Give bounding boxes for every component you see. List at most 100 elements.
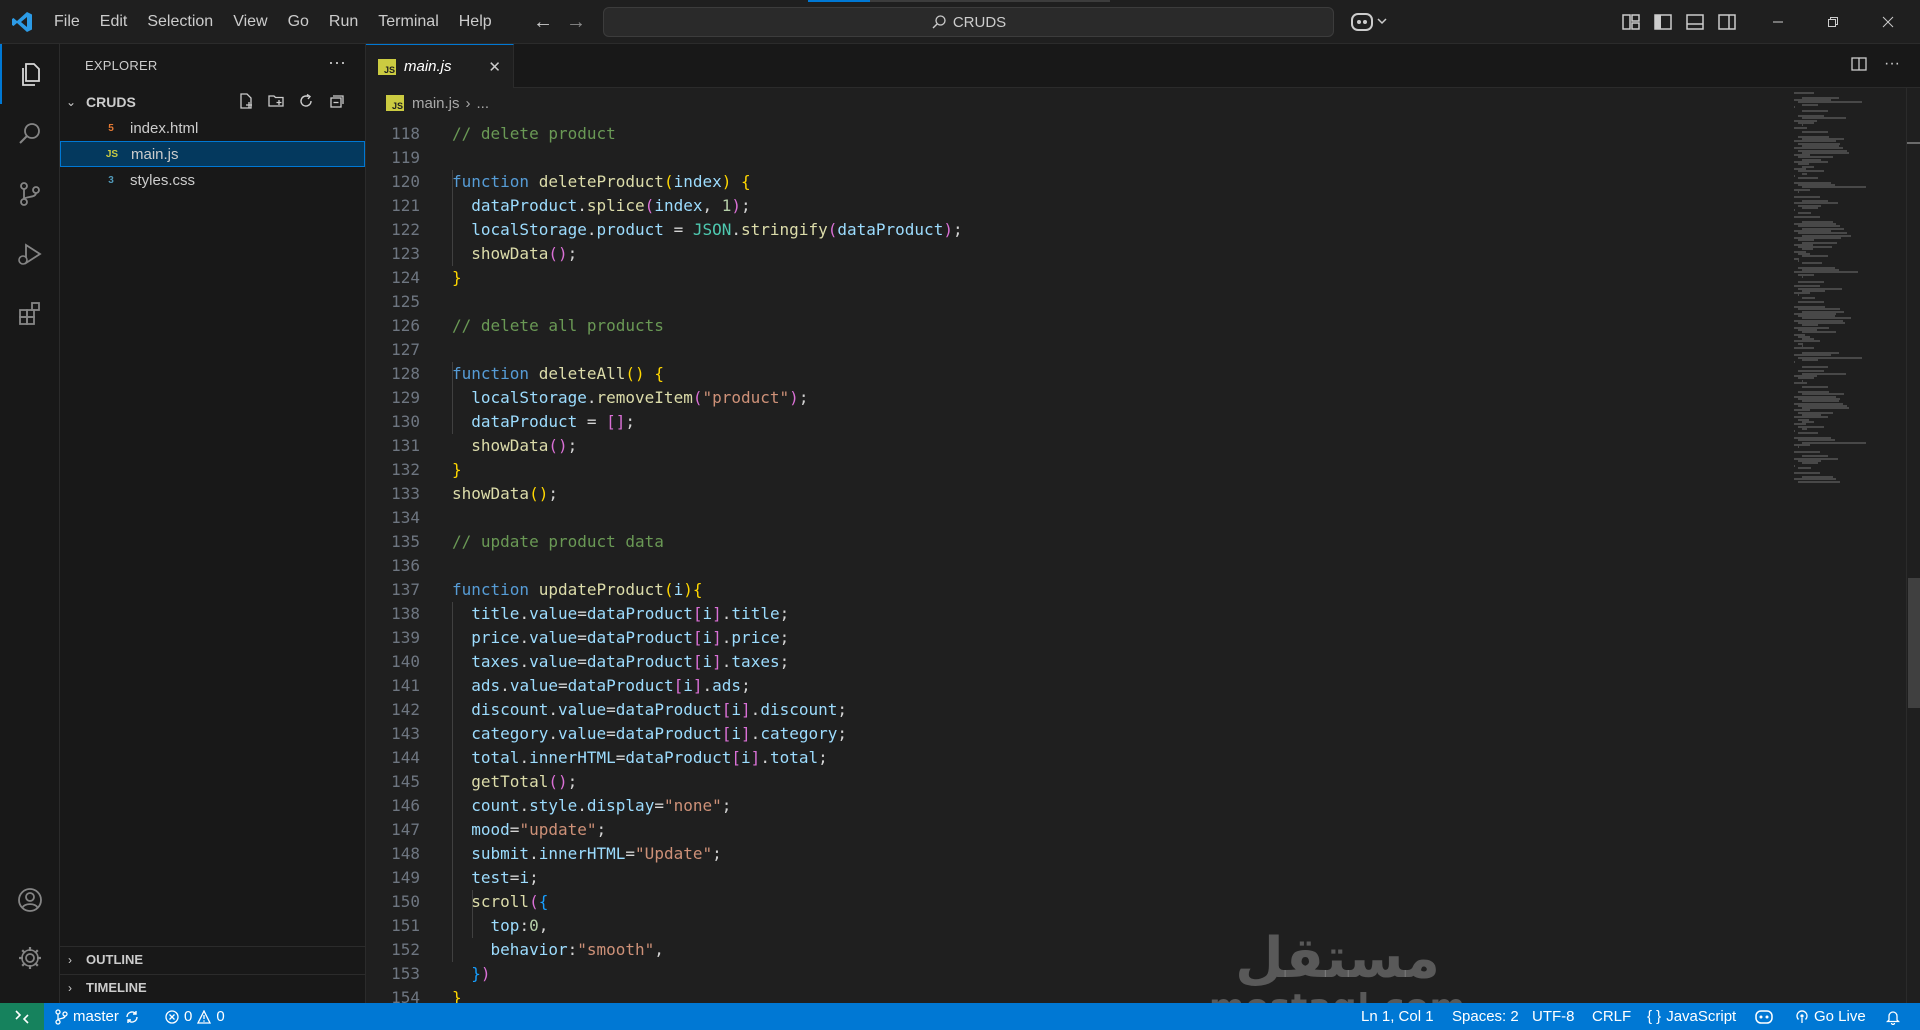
more-actions-icon[interactable]: ··· <box>1884 55 1900 73</box>
code-line[interactable]: 139 price.value=dataProduct[i].price; <box>366 626 1786 650</box>
close-window-button[interactable] <box>1858 0 1918 44</box>
search-activity-button[interactable] <box>0 104 60 164</box>
refresh-icon[interactable] <box>295 90 317 112</box>
code-line[interactable]: 149 test=i; <box>366 866 1786 890</box>
code-line[interactable]: 121 dataProduct.splice(index, 1); <box>366 194 1786 218</box>
code-line[interactable]: 126 // delete all products <box>366 314 1786 338</box>
minimap-line <box>1794 92 1815 94</box>
forward-arrow-icon[interactable]: → <box>563 9 589 35</box>
code-line[interactable]: 131 showData(); <box>366 434 1786 458</box>
breadcrumb-file[interactable]: main.js <box>412 95 460 112</box>
collapse-all-icon[interactable] <box>325 90 347 112</box>
code-line[interactable]: 120 function deleteProduct(index) { <box>366 170 1786 194</box>
code-line[interactable]: 137 function updateProduct(i){ <box>366 578 1786 602</box>
branch-status[interactable]: master <box>54 1003 140 1030</box>
tab-main-js[interactable]: JS main.js ✕ <box>366 44 514 88</box>
go-live-button[interactable]: Go Live <box>1795 1003 1866 1030</box>
toggle-primary-sidebar-icon[interactable] <box>1652 11 1674 33</box>
indentation-status[interactable]: Spaces: 2 <box>1452 1003 1519 1030</box>
source-control-activity-button[interactable] <box>0 164 60 224</box>
code-line[interactable]: 143 category.value=dataProduct[i].catego… <box>366 722 1786 746</box>
explorer-activity-button[interactable] <box>0 44 60 104</box>
code-line[interactable]: 119 <box>366 146 1786 170</box>
code-line[interactable]: 141 ads.value=dataProduct[i].ads; <box>366 674 1786 698</box>
file-item-main-js[interactable]: JS main.js <box>60 141 365 167</box>
code-line[interactable]: 122 localStorage.product = JSON.stringif… <box>366 218 1786 242</box>
language-mode[interactable]: { } JavaScript <box>1647 1003 1736 1030</box>
copilot-status[interactable] <box>1755 1003 1773 1030</box>
vertical-scrollbar[interactable] <box>1906 88 1920 1003</box>
file-item-styles-css[interactable]: 3 styles.css <box>60 167 365 193</box>
code-line[interactable]: 151 top:0, <box>366 914 1786 938</box>
minimap-line <box>1802 255 1829 258</box>
remote-indicator[interactable] <box>0 1003 44 1030</box>
code-line[interactable]: 148 submit.innerHTML="Update"; <box>366 842 1786 866</box>
notifications-button[interactable] <box>1886 1003 1900 1030</box>
code-line[interactable]: 145 getTotal(); <box>366 770 1786 794</box>
split-editor-icon[interactable] <box>1850 55 1868 73</box>
scrollbar-thumb[interactable] <box>1908 578 1920 708</box>
manage-activity-button[interactable] <box>0 928 60 988</box>
close-tab-icon[interactable]: ✕ <box>488 58 501 76</box>
code-line[interactable]: 133 showData(); <box>366 482 1786 506</box>
code-line[interactable]: 125 <box>366 290 1786 314</box>
cursor-position[interactable]: Ln 1, Col 1 <box>1361 1003 1434 1030</box>
code-line[interactable]: 129 localStorage.removeItem("product"); <box>366 386 1786 410</box>
menu-edit[interactable]: Edit <box>90 13 138 31</box>
code-line[interactable]: 152 behavior:"smooth", <box>366 938 1786 962</box>
new-folder-icon[interactable] <box>265 90 287 112</box>
code-line[interactable]: 130 dataProduct = []; <box>366 410 1786 434</box>
code-line[interactable]: 124} <box>366 266 1786 290</box>
minimap[interactable] <box>1786 88 1906 1003</box>
menu-file[interactable]: File <box>44 13 90 31</box>
breadcrumb-symbol[interactable]: ... <box>477 95 490 112</box>
problems-status[interactable]: 0 0 <box>165 1003 225 1030</box>
code-line[interactable]: 127 <box>366 338 1786 362</box>
menu-help[interactable]: Help <box>449 13 502 31</box>
extensions-activity-button[interactable] <box>0 284 60 344</box>
copilot-icon[interactable] <box>1350 11 1394 33</box>
code-line[interactable]: 154} <box>366 986 1786 1003</box>
code-line[interactable]: 128 function deleteAll() { <box>366 362 1786 386</box>
menu-go[interactable]: Go <box>278 13 319 31</box>
minimize-button[interactable] <box>1748 0 1808 44</box>
back-arrow-icon[interactable]: ← <box>530 9 556 35</box>
restore-button[interactable] <box>1803 0 1863 44</box>
code-editor[interactable]: 118 // delete product 119 120 function delet… <box>366 122 1786 1003</box>
run-debug-activity-button[interactable] <box>0 224 60 284</box>
code-line[interactable]: 142 discount.value=dataProduct[i].discou… <box>366 698 1786 722</box>
minimap-line <box>1794 464 1796 467</box>
breadcrumb: JS main.js › ... <box>386 92 489 114</box>
encoding-status[interactable]: UTF-8 <box>1532 1003 1575 1030</box>
code-line[interactable]: 147 mood="update"; <box>366 818 1786 842</box>
customize-layout-icon[interactable] <box>1620 11 1642 33</box>
command-center-search[interactable]: CRUDS <box>603 7 1334 37</box>
code-line[interactable]: 136 <box>366 554 1786 578</box>
menu-run[interactable]: Run <box>319 13 368 31</box>
code-line[interactable]: 144 total.innerHTML=dataProduct[i].total… <box>366 746 1786 770</box>
code-line[interactable]: 146 count.style.display="none"; <box>366 794 1786 818</box>
toggle-secondary-sidebar-icon[interactable] <box>1716 11 1738 33</box>
code-line[interactable]: 134 <box>366 506 1786 530</box>
search-label: CRUDS <box>952 13 1007 31</box>
code-line[interactable]: 132} <box>366 458 1786 482</box>
sync-icon[interactable] <box>124 1009 140 1025</box>
eol-status[interactable]: CRLF <box>1592 1003 1631 1030</box>
menu-view[interactable]: View <box>223 13 277 31</box>
code-line[interactable]: 135 // update product data <box>366 530 1786 554</box>
timeline-panel-header[interactable]: › TIMELINE <box>60 974 365 1000</box>
code-line[interactable]: 138 title.value=dataProduct[i].title; <box>366 602 1786 626</box>
code-line[interactable]: 153 }) <box>366 962 1786 986</box>
more-actions-icon[interactable]: ··· <box>328 52 346 73</box>
outline-panel-header[interactable]: › OUTLINE <box>60 946 365 972</box>
code-line[interactable]: 123 showData(); <box>366 242 1786 266</box>
code-line[interactable]: 140 taxes.value=dataProduct[i].taxes; <box>366 650 1786 674</box>
code-line[interactable]: 150 scroll({ <box>366 890 1786 914</box>
toggle-panel-icon[interactable] <box>1684 11 1706 33</box>
new-file-icon[interactable] <box>235 90 257 112</box>
menu-selection[interactable]: Selection <box>137 13 223 31</box>
menu-terminal[interactable]: Terminal <box>368 13 448 31</box>
code-line[interactable]: 118 // delete product <box>366 122 1786 146</box>
accounts-activity-button[interactable] <box>0 870 60 930</box>
file-item-index-html[interactable]: 5 index.html <box>60 115 365 141</box>
